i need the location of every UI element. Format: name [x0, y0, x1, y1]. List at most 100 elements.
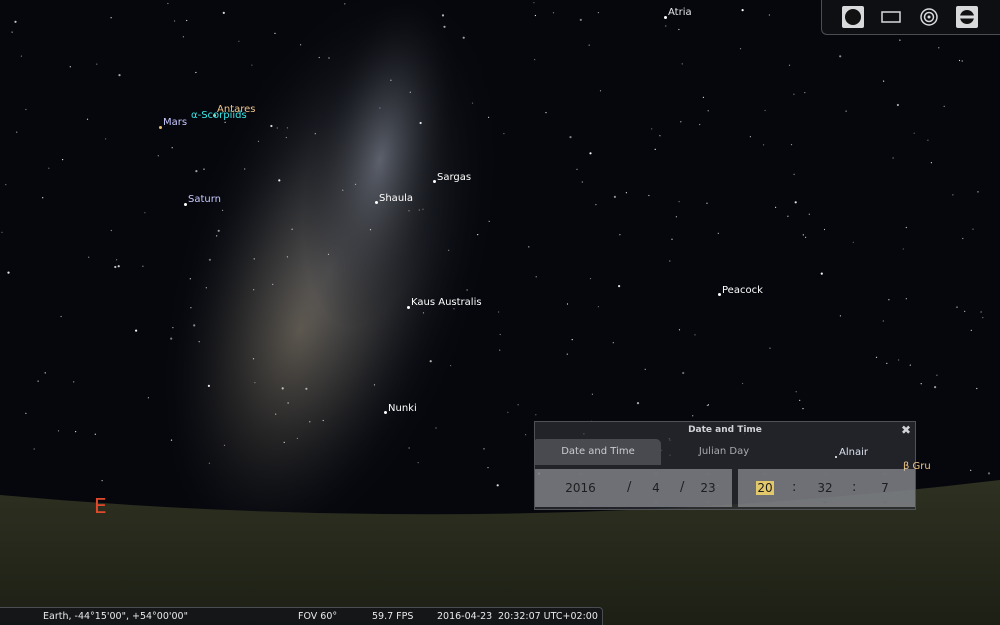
background-star [114, 265, 117, 269]
planet-label-mars: Mars [163, 117, 188, 128]
background-star [899, 39, 901, 41]
background-star [157, 155, 159, 157]
decrement-icon[interactable] [762, 501, 768, 504]
minute-spinbox[interactable]: 32 [808, 469, 842, 507]
time-separator: : [792, 480, 797, 495]
decrement-icon[interactable] [822, 501, 828, 504]
background-star [972, 228, 974, 230]
day-value: 23 [700, 481, 716, 495]
background-star [692, 415, 694, 417]
background-star [117, 265, 120, 268]
increment-icon[interactable] [705, 472, 711, 475]
month-spinbox[interactable]: 4 [641, 469, 671, 507]
increment-icon[interactable] [762, 472, 768, 475]
sky-view[interactable] [0, 0, 1000, 625]
background-star [195, 170, 198, 173]
background-star [525, 434, 527, 436]
background-star [576, 168, 578, 170]
ocular-icon[interactable] [956, 6, 978, 28]
decrement-icon[interactable] [705, 501, 711, 504]
background-star [244, 168, 246, 170]
star-alnair[interactable] [835, 456, 837, 458]
hour-spinbox[interactable]: 20 [748, 469, 782, 507]
day-spinbox[interactable]: 23 [693, 469, 723, 507]
background-star [110, 17, 112, 19]
star-peacock[interactable] [718, 293, 721, 296]
background-star [892, 157, 894, 159]
second-spinbox[interactable]: 7 [868, 469, 902, 507]
cardinal-east-label: E [94, 494, 107, 518]
star-sargas[interactable] [433, 180, 436, 183]
background-star [599, 90, 602, 92]
background-star [913, 132, 915, 134]
star-nunki[interactable] [384, 411, 387, 414]
background-star [488, 116, 490, 118]
background-star [354, 183, 357, 185]
background-star [147, 397, 149, 399]
background-star [11, 31, 13, 33]
decrement-icon[interactable] [882, 501, 888, 504]
background-star [477, 234, 479, 236]
background-star [14, 20, 17, 23]
tab-julian-day[interactable]: Julian Day [661, 439, 787, 465]
year-spinbox[interactable]: 2016 [553, 469, 608, 507]
background-star [205, 287, 207, 289]
background-star [769, 347, 771, 349]
close-icon[interactable]: ✖ [901, 423, 911, 437]
background-star [749, 136, 752, 138]
background-star [528, 246, 530, 248]
time-readout[interactable]: 20:32:07 UTC+02:00 [498, 608, 598, 625]
background-star [982, 317, 984, 319]
date-readout[interactable]: 2016-04-23 [437, 608, 492, 625]
background-star [182, 36, 184, 38]
star-shaula[interactable] [375, 201, 378, 204]
background-star [60, 315, 62, 318]
background-star [702, 96, 705, 98]
background-star [680, 121, 682, 123]
background-star [902, 248, 904, 250]
planet-mars[interactable] [159, 126, 162, 129]
background-star [450, 365, 452, 367]
background-star [678, 201, 680, 203]
background-star [595, 204, 597, 206]
background-star [938, 47, 940, 49]
planet-saturn[interactable] [184, 203, 187, 206]
decrement-icon[interactable] [653, 501, 659, 504]
background-star [189, 278, 191, 280]
increment-icon[interactable] [882, 472, 888, 475]
background-star [644, 368, 646, 370]
background-star [33, 448, 35, 450]
background-star [706, 404, 708, 407]
decrement-icon[interactable] [577, 501, 584, 504]
year-value: 2016 [565, 481, 596, 495]
background-star [57, 430, 60, 432]
background-star [707, 404, 710, 406]
background-star [251, 64, 253, 66]
star-atria[interactable] [664, 16, 667, 19]
background-star [987, 472, 991, 475]
background-star [958, 59, 961, 62]
background-star [589, 278, 592, 280]
background-star [699, 123, 701, 126]
background-star [839, 315, 842, 317]
background-star [257, 140, 260, 142]
increment-icon[interactable] [577, 472, 584, 475]
increment-icon[interactable] [653, 472, 659, 475]
rectangle-icon[interactable] [880, 6, 902, 28]
background-star [896, 103, 900, 107]
circle-icon[interactable] [842, 6, 864, 28]
background-star [466, 289, 468, 291]
background-star [1, 231, 3, 233]
background-star [888, 299, 890, 301]
background-star [651, 128, 653, 130]
tab-date-and-time[interactable]: Date and Time [535, 439, 661, 465]
star-kaus-australis[interactable] [407, 306, 410, 309]
background-star [927, 139, 929, 141]
location-readout[interactable]: Earth, -44°15'00", +54°00'00" [43, 608, 188, 625]
target-icon[interactable] [918, 6, 940, 28]
background-star [274, 32, 276, 35]
background-star [533, 2, 535, 4]
increment-icon[interactable] [822, 472, 828, 475]
background-star [654, 148, 656, 150]
background-star [208, 258, 211, 261]
